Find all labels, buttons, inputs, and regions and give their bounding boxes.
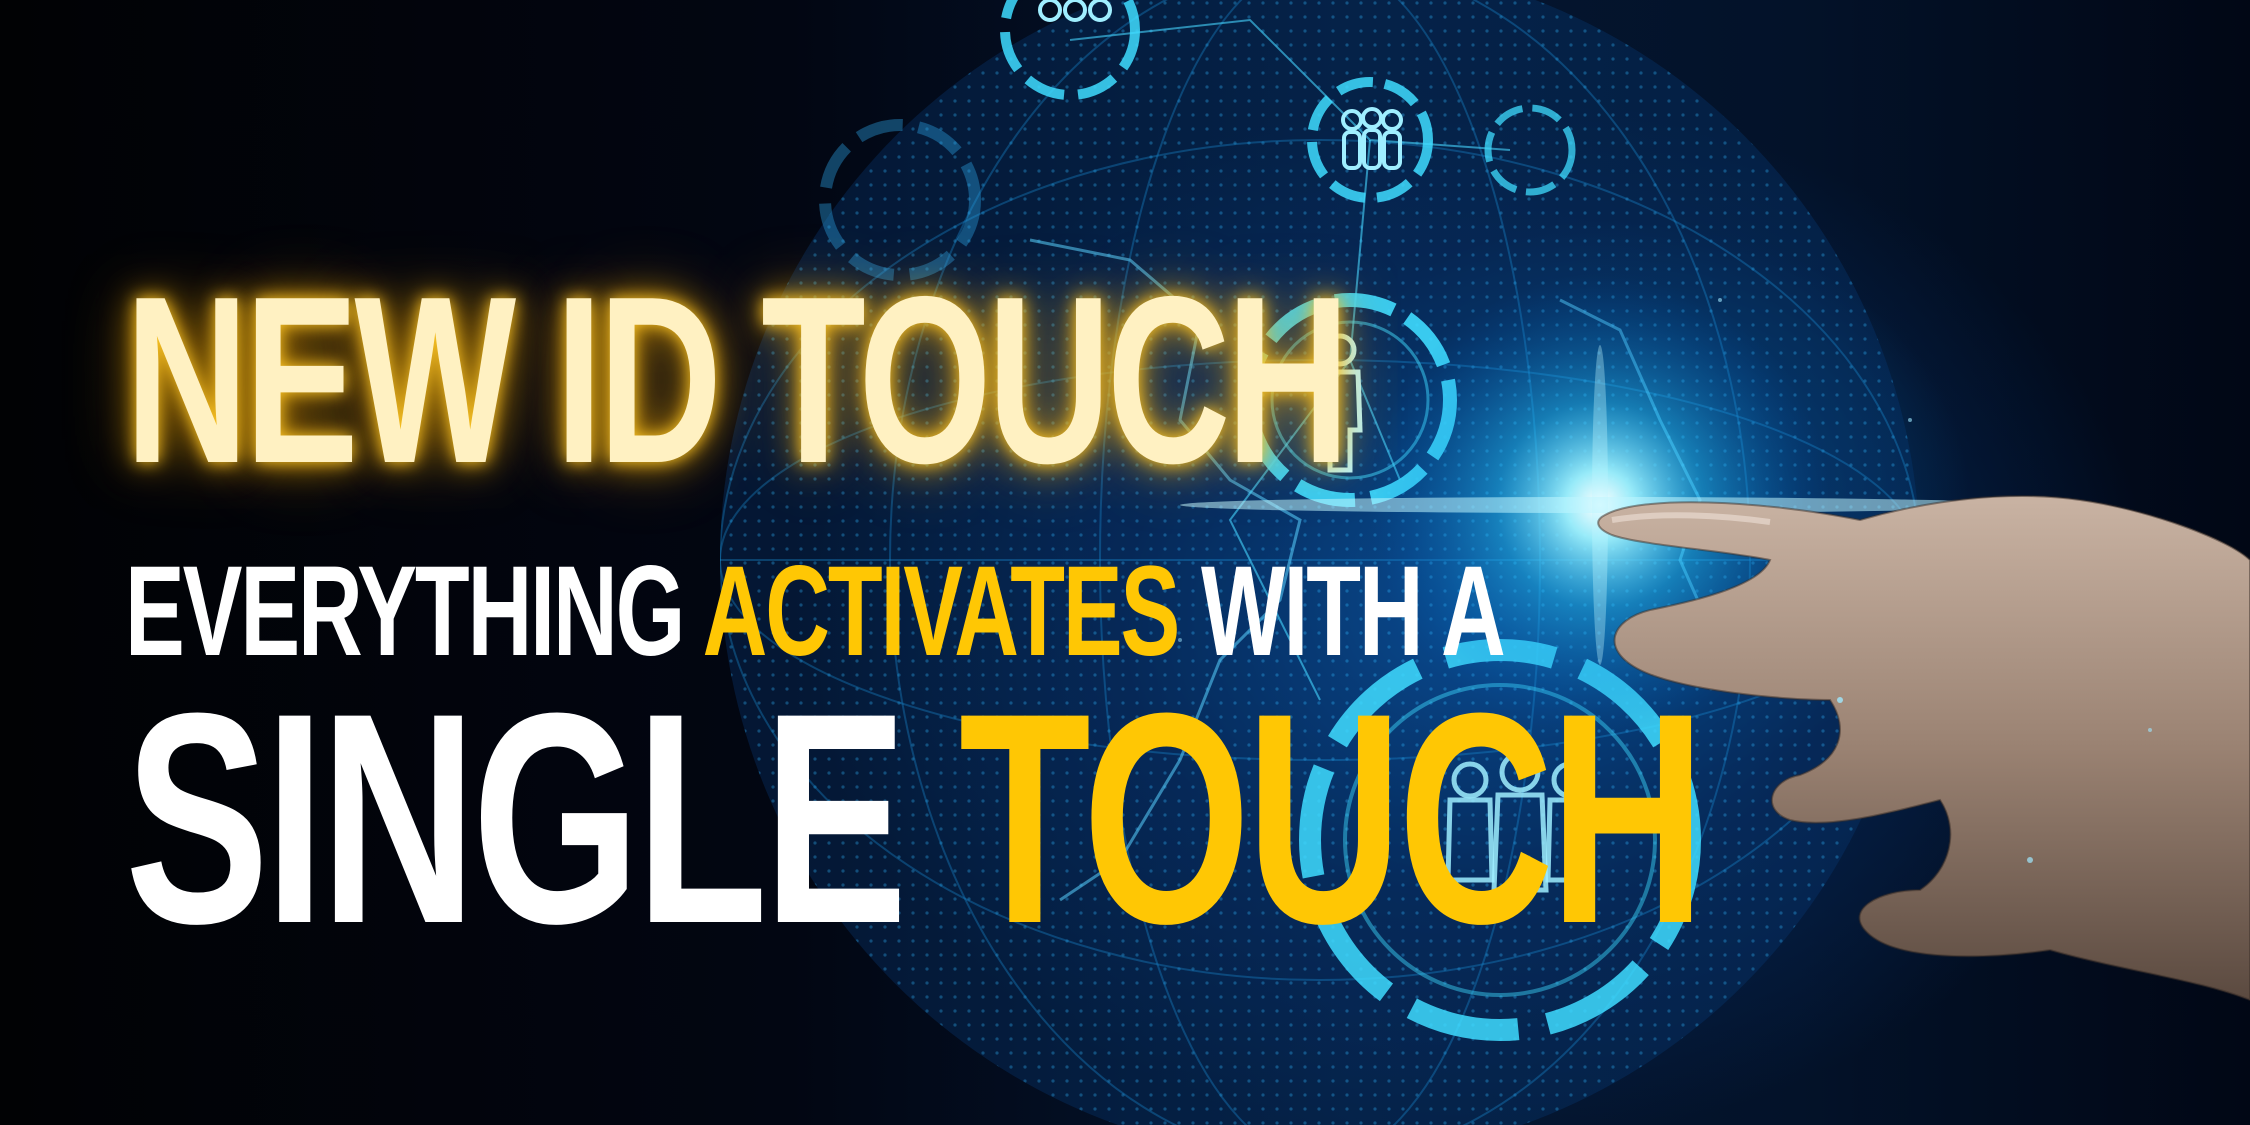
- headline-line-1: NEW ID TOUCH: [125, 248, 1350, 513]
- banner-canvas: NEW ID TOUCH EVERYTHING ACTIVATES WITH A…: [0, 0, 2250, 1125]
- headline-word-touch: TOUCH: [958, 650, 1706, 986]
- headline-line-3: SINGLE TOUCH: [125, 668, 1706, 968]
- headline-word-single: SINGLE: [125, 650, 907, 986]
